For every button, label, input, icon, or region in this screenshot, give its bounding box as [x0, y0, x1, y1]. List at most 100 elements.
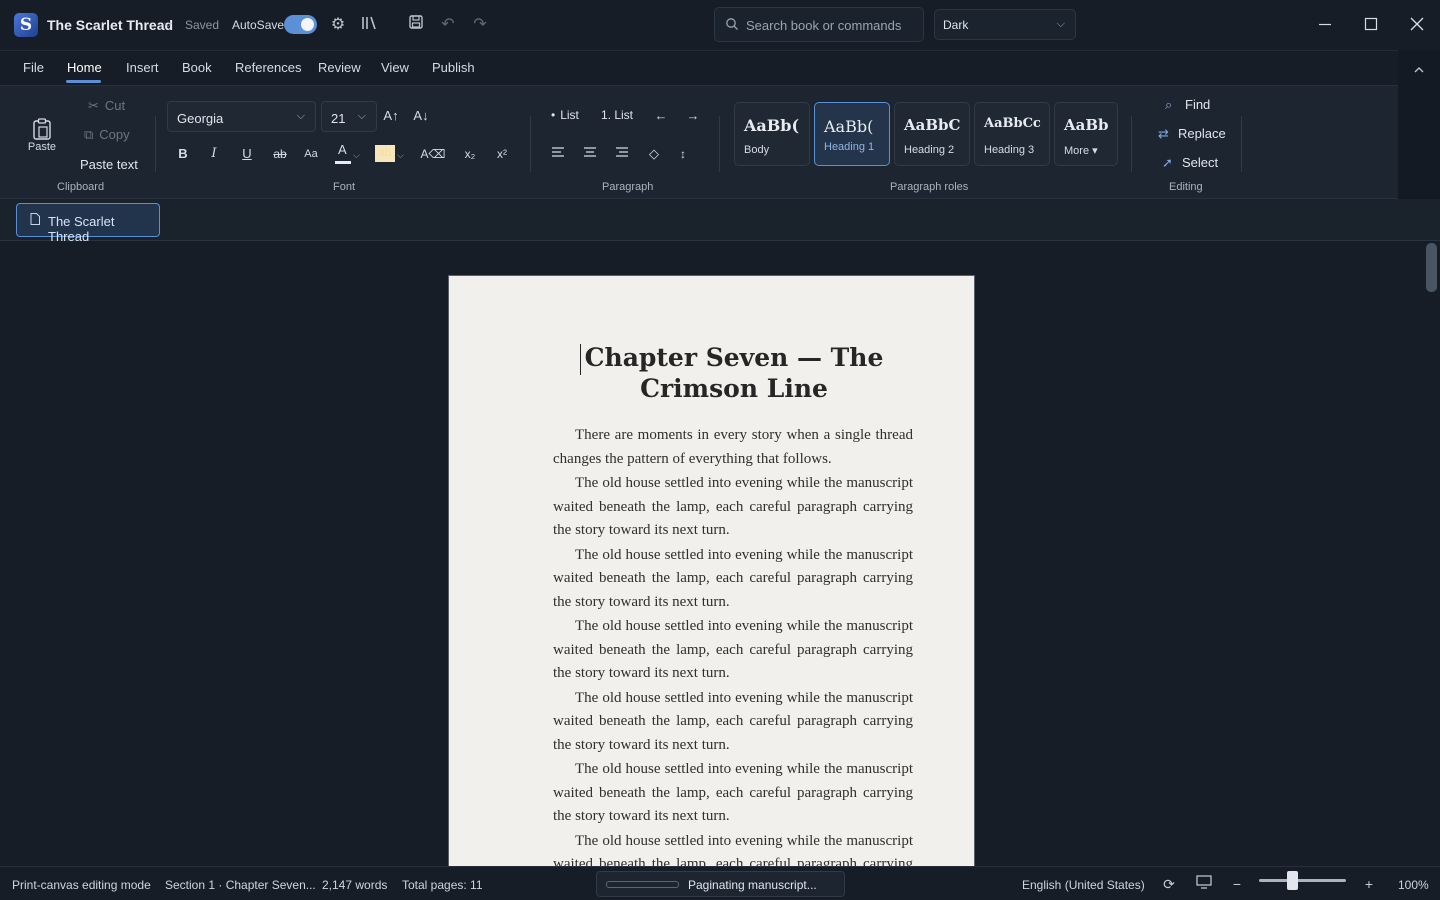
- style-sample: AaBb(: [744, 116, 800, 135]
- theme-select[interactable]: Dark ⌵: [934, 9, 1076, 40]
- bulleted-list-button[interactable]: • List: [551, 108, 579, 122]
- minimize-icon[interactable]: [1311, 10, 1339, 38]
- style-heading-2[interactable]: AaBbC Heading 2: [894, 102, 970, 166]
- strikethrough-icon[interactable]: ab: [267, 141, 293, 167]
- clear-formatting-icon[interactable]: A⌫: [418, 141, 448, 167]
- roles-group-label: Paragraph roles: [890, 181, 969, 193]
- print-canvas[interactable]: Chapter Seven — The Crimson Line There a…: [0, 241, 1424, 866]
- cut-button[interactable]: ✂ Cut: [88, 98, 125, 114]
- style-heading-1[interactable]: AaBb( Heading 1: [814, 102, 890, 166]
- chevron-down-icon[interactable]: ⌵: [164, 18, 172, 31]
- menu-references[interactable]: References: [235, 60, 301, 75]
- chapter-heading[interactable]: Chapter Seven — The Crimson Line: [559, 342, 909, 404]
- menu-insert[interactable]: Insert: [126, 60, 159, 75]
- bullet-list-icon: •: [551, 108, 556, 122]
- search-icon: ⌕: [1165, 97, 1173, 112]
- paragraph[interactable]: The old house settled into evening while…: [553, 615, 913, 686]
- clipboard-group-label: Clipboard: [57, 181, 105, 193]
- style-name: Heading 3: [984, 144, 1035, 156]
- paragraph[interactable]: The old house settled into evening while…: [553, 830, 913, 867]
- font-size-select[interactable]: 21 ⌵: [321, 101, 377, 132]
- increase-indent-icon[interactable]: →: [680, 103, 706, 129]
- app-logo-icon: S: [14, 13, 38, 37]
- find-button[interactable]: ⌕ Find: [1165, 97, 1210, 113]
- style-name: Body: [744, 144, 770, 156]
- superscript-icon[interactable]: x²: [489, 141, 515, 167]
- search-input[interactable]: [746, 17, 916, 33]
- shading-icon[interactable]: ◇: [641, 141, 667, 167]
- section-indicator[interactable]: Section 1 · Chapter Seven...: [165, 878, 316, 892]
- subscript-icon[interactable]: x₂: [457, 141, 483, 167]
- shrink-font-icon[interactable]: A↓: [408, 103, 434, 129]
- paragraph[interactable]: The old house settled into evening while…: [553, 687, 913, 758]
- page-body[interactable]: There are moments in every story when a …: [553, 424, 913, 866]
- replace-button[interactable]: ⇄ Replace: [1158, 126, 1226, 142]
- zoom-slider-thumb[interactable]: [1287, 871, 1298, 890]
- vertical-scrollbar[interactable]: [1424, 241, 1440, 866]
- align-center-icon[interactable]: [577, 141, 603, 167]
- italic-icon[interactable]: I: [201, 141, 227, 167]
- menu-review[interactable]: Review: [318, 60, 361, 75]
- align-left-icon[interactable]: [545, 141, 571, 167]
- search-box[interactable]: [714, 7, 924, 42]
- maximize-icon[interactable]: [1357, 10, 1385, 38]
- select-button[interactable]: ➚ Select: [1162, 155, 1218, 171]
- menu-home[interactable]: Home: [67, 60, 102, 75]
- grow-font-icon[interactable]: A↑: [378, 103, 404, 129]
- menu-book[interactable]: Book: [182, 60, 212, 75]
- align-right-icon[interactable]: [609, 141, 635, 167]
- line-spacing-icon[interactable]: ↕: [670, 141, 696, 167]
- paragraph[interactable]: There are moments in every story when a …: [553, 424, 913, 471]
- save-icon[interactable]: [405, 14, 427, 36]
- zoom-level[interactable]: 100%: [1398, 878, 1429, 892]
- zoom-out-icon[interactable]: −: [1228, 875, 1246, 893]
- close-icon[interactable]: [1403, 10, 1431, 38]
- manuscript-page[interactable]: Chapter Seven — The Crimson Line There a…: [448, 275, 975, 866]
- paste-text-button[interactable]: Paste text: [80, 157, 138, 172]
- decrease-indent-icon[interactable]: ←: [648, 103, 674, 129]
- cursor-icon: ➚: [1162, 155, 1173, 170]
- numbered-list-button[interactable]: 1. List: [601, 108, 633, 122]
- document-tab-strip: The Scarlet Thread: [0, 199, 1440, 244]
- collapse-ribbon-button[interactable]: [1398, 50, 1440, 199]
- zoom-slider[interactable]: [1259, 879, 1346, 882]
- sync-icon[interactable]: ⟳: [1160, 875, 1178, 893]
- font-color-icon[interactable]: A ⌵: [331, 141, 360, 167]
- font-family-select[interactable]: Georgia ⌵: [167, 101, 316, 132]
- paste-button[interactable]: Paste: [22, 116, 62, 160]
- autosave-toggle[interactable]: [284, 15, 317, 34]
- bold-icon[interactable]: B: [170, 141, 196, 167]
- library-icon[interactable]: [359, 14, 381, 36]
- progress-bar: [606, 881, 679, 888]
- paragraph[interactable]: The old house settled into evening while…: [553, 544, 913, 615]
- menu-file[interactable]: File: [23, 60, 44, 75]
- editing-group-label: Editing: [1169, 181, 1203, 193]
- redo-icon[interactable]: ↷: [469, 14, 491, 36]
- display-mode-icon[interactable]: [1195, 875, 1213, 893]
- document-title[interactable]: The Scarlet Thread: [47, 17, 173, 33]
- page-count: Total pages: 11: [402, 878, 483, 892]
- style-sample: AaBbCc: [984, 116, 1041, 131]
- gear-icon[interactable]: ⚙: [327, 14, 349, 36]
- style-more[interactable]: AaBb More ▾: [1054, 102, 1118, 166]
- font-group-label: Font: [333, 181, 356, 193]
- menu-publish[interactable]: Publish: [432, 60, 475, 75]
- word-count[interactable]: 2,147 words: [322, 878, 387, 892]
- style-heading-3[interactable]: AaBbCc Heading 3: [974, 102, 1050, 166]
- highlight-icon[interactable]: ab ⌵: [373, 141, 404, 167]
- undo-icon[interactable]: ↶: [437, 14, 459, 36]
- language-indicator[interactable]: English (United States): [1022, 878, 1145, 892]
- title-bar: S The Scarlet Thread ⌵ Saved AutoSave ⚙ …: [0, 0, 1440, 50]
- clipboard-icon: [33, 118, 51, 140]
- style-body[interactable]: AaBb( Body: [734, 102, 810, 166]
- change-case-icon[interactable]: Aa: [298, 141, 324, 167]
- scrollbar-thumb[interactable]: [1426, 243, 1437, 292]
- underline-icon[interactable]: U: [234, 141, 260, 167]
- zoom-in-icon[interactable]: +: [1360, 875, 1378, 893]
- copy-button[interactable]: ⧉ Copy: [84, 127, 130, 143]
- document-tab[interactable]: The Scarlet Thread: [16, 203, 160, 244]
- menu-view[interactable]: View: [381, 60, 409, 75]
- paragraph[interactable]: The old house settled into evening while…: [553, 758, 913, 829]
- save-status: Saved: [185, 18, 220, 32]
- paragraph[interactable]: The old house settled into evening while…: [553, 472, 913, 543]
